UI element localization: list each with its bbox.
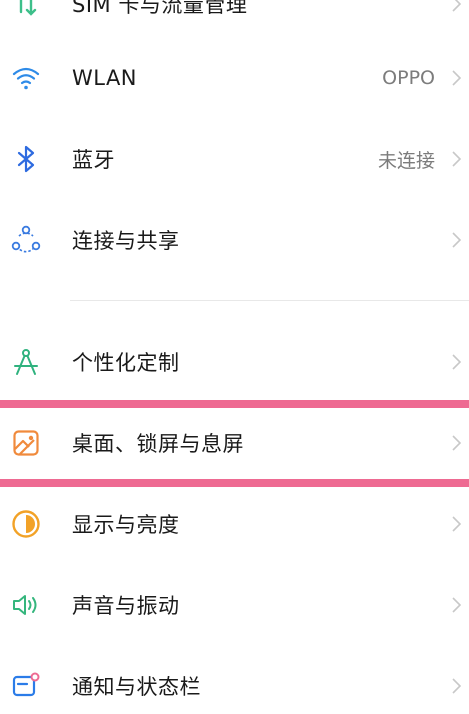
settings-item-connection-sharing[interactable]: 连接与共享 (0, 212, 469, 268)
settings-item-wlan[interactable]: WLAN OPPO (0, 50, 469, 106)
bluetooth-label: 蓝牙 (72, 148, 115, 172)
sound-vibration-label: 声音与振动 (72, 594, 180, 618)
notification-status-bar-label: 通知与状态栏 (72, 675, 201, 699)
chevron-right-icon (452, 232, 462, 248)
chevron-right-icon (452, 597, 462, 613)
notification-icon (10, 670, 42, 702)
bluetooth-value: 未连接 (377, 149, 435, 172)
settings-item-bluetooth[interactable]: 蓝牙 未连接 (0, 131, 469, 187)
display-brightness-label: 显示与亮度 (72, 513, 180, 537)
share-network-icon (10, 224, 42, 256)
speaker-icon (10, 589, 42, 621)
personalization-label: 个性化定制 (72, 351, 180, 375)
settings-item-home-lock-screen[interactable]: 桌面、锁屏与息屏 (0, 415, 469, 471)
home-lock-screen-label: 桌面、锁屏与息屏 (72, 432, 244, 456)
chevron-right-icon (452, 435, 462, 451)
chevron-right-icon (452, 0, 462, 12)
highlight-bar-top (0, 400, 469, 408)
settings-item-display-brightness[interactable]: 显示与亮度 (0, 496, 469, 552)
wlan-value: OPPO (382, 67, 435, 89)
brightness-icon (10, 508, 42, 540)
sim-data-label: SIM 卡与流量管理 (72, 0, 248, 17)
highlight-bar-bottom (0, 479, 469, 487)
compass-icon (10, 346, 42, 378)
settings-item-sim-data[interactable]: SIM 卡与流量管理 (0, 0, 469, 32)
chevron-right-icon (452, 354, 462, 370)
chevron-right-icon (452, 516, 462, 532)
wallpaper-icon (10, 427, 42, 459)
wifi-icon (10, 62, 42, 94)
wlan-label: WLAN (72, 66, 138, 90)
connection-sharing-label: 连接与共享 (72, 229, 180, 253)
chevron-right-icon (452, 70, 462, 86)
settings-item-sound-vibration[interactable]: 声音与振动 (0, 577, 469, 633)
bluetooth-icon (10, 143, 42, 175)
settings-item-notification-status-bar[interactable]: 通知与状态栏 (0, 658, 469, 714)
sim-data-icon (10, 0, 42, 20)
settings-item-personalization[interactable]: 个性化定制 (0, 334, 469, 390)
section-divider (70, 300, 469, 301)
chevron-right-icon (452, 678, 462, 694)
chevron-right-icon (452, 151, 462, 167)
